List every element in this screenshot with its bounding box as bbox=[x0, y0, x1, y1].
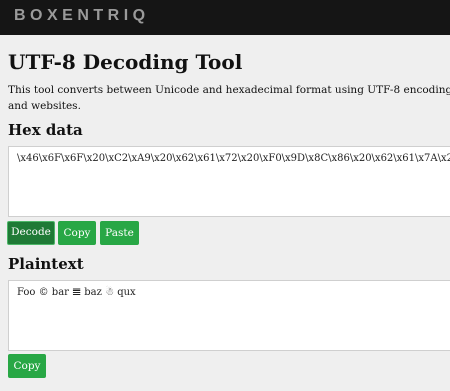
description-line: and websites. bbox=[8, 100, 81, 112]
decode-button[interactable]: Decode bbox=[7, 221, 55, 245]
top-navbar: BOXENTRIQ bbox=[0, 0, 450, 35]
description-line: This tool converts between Unicode and h… bbox=[8, 84, 450, 96]
plaintext-value: Foo © bar 𝌆 baz ☃ qux bbox=[17, 287, 136, 298]
hex-data-label: Hex data bbox=[8, 121, 83, 139]
copy-hex-button[interactable]: Copy bbox=[58, 221, 96, 245]
page-title: UTF-8 Decoding Tool bbox=[8, 50, 243, 74]
hex-data-value: \x46\x6F\x6F\x20\xC2\xA9\x20\x62\x61\x72… bbox=[17, 153, 450, 164]
page-description: This tool converts between Unicode and h… bbox=[8, 82, 450, 114]
hex-data-input[interactable]: \x46\x6F\x6F\x20\xC2\xA9\x20\x62\x61\x72… bbox=[8, 146, 450, 217]
plaintext-input[interactable]: Foo © bar 𝌆 baz ☃ qux bbox=[8, 280, 450, 351]
plaintext-label: Plaintext bbox=[8, 255, 84, 273]
brand-logo[interactable]: BOXENTRIQ bbox=[14, 7, 150, 25]
copy-plaintext-button[interactable]: Copy bbox=[8, 354, 46, 378]
paste-button[interactable]: Paste bbox=[100, 221, 139, 245]
